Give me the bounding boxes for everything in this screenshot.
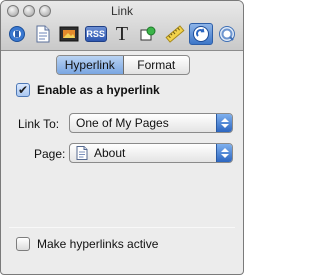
tab-hyperlink[interactable]: Hyperlink: [57, 56, 124, 74]
toolbar-text-button[interactable]: T: [110, 23, 133, 45]
link-to-stepper-icon: [216, 114, 232, 132]
quicktime-icon: [219, 26, 236, 42]
page-select[interactable]: About: [69, 143, 233, 163]
toolbar-page-button[interactable]: [31, 23, 54, 45]
toolbar-metrics-button[interactable]: [5, 23, 28, 45]
toolbar-ruler-button[interactable]: [163, 23, 186, 45]
inspector-window: Link RSS T Hyperlink Format ✔ Enable as …: [0, 0, 244, 275]
link-to-label: Link To:: [18, 117, 60, 131]
toolbar-quicktime-button[interactable]: [216, 23, 239, 45]
enable-hyperlink-checkbox[interactable]: ✔: [16, 83, 30, 97]
enable-hyperlink-label: Enable as a hyperlink: [37, 83, 160, 97]
page-value: About: [94, 146, 126, 160]
page-doc-icon: [76, 146, 88, 160]
toolbar-media-button[interactable]: [58, 23, 81, 45]
make-active-checkbox[interactable]: [16, 237, 30, 251]
page-label: Page:: [34, 147, 66, 161]
graphic-icon: [140, 26, 156, 41]
window-title: Link: [110, 4, 133, 18]
page-icon: [36, 25, 50, 43]
make-active-label: Make hyperlinks active: [37, 237, 159, 251]
toolbar-graphic-button[interactable]: [137, 23, 160, 45]
rss-label: RSS: [86, 29, 105, 39]
link-to-value: One of My Pages: [76, 116, 169, 130]
ruler-icon: [165, 25, 185, 43]
toolbar-rss-button[interactable]: RSS: [84, 23, 107, 45]
title-bar: Link RSS T: [1, 1, 243, 51]
make-active-row: Make hyperlinks active: [16, 237, 158, 251]
tab-format[interactable]: Format: [124, 56, 190, 74]
inspector-toolbar: RSS T: [5, 22, 239, 46]
toolbar-link-button[interactable]: [189, 23, 213, 45]
text-icon: T: [115, 23, 129, 45]
link-to-select[interactable]: One of My Pages: [69, 113, 233, 133]
section-divider: [9, 227, 235, 228]
page-stepper-icon: [216, 144, 232, 162]
metrics-icon: [8, 26, 25, 42]
media-icon: [59, 26, 79, 42]
rss-icon: RSS: [84, 26, 107, 42]
enable-hyperlink-row: ✔ Enable as a hyperlink: [16, 83, 160, 97]
link-icon: [192, 26, 209, 42]
segmented-tabs: Hyperlink Format: [56, 55, 190, 75]
